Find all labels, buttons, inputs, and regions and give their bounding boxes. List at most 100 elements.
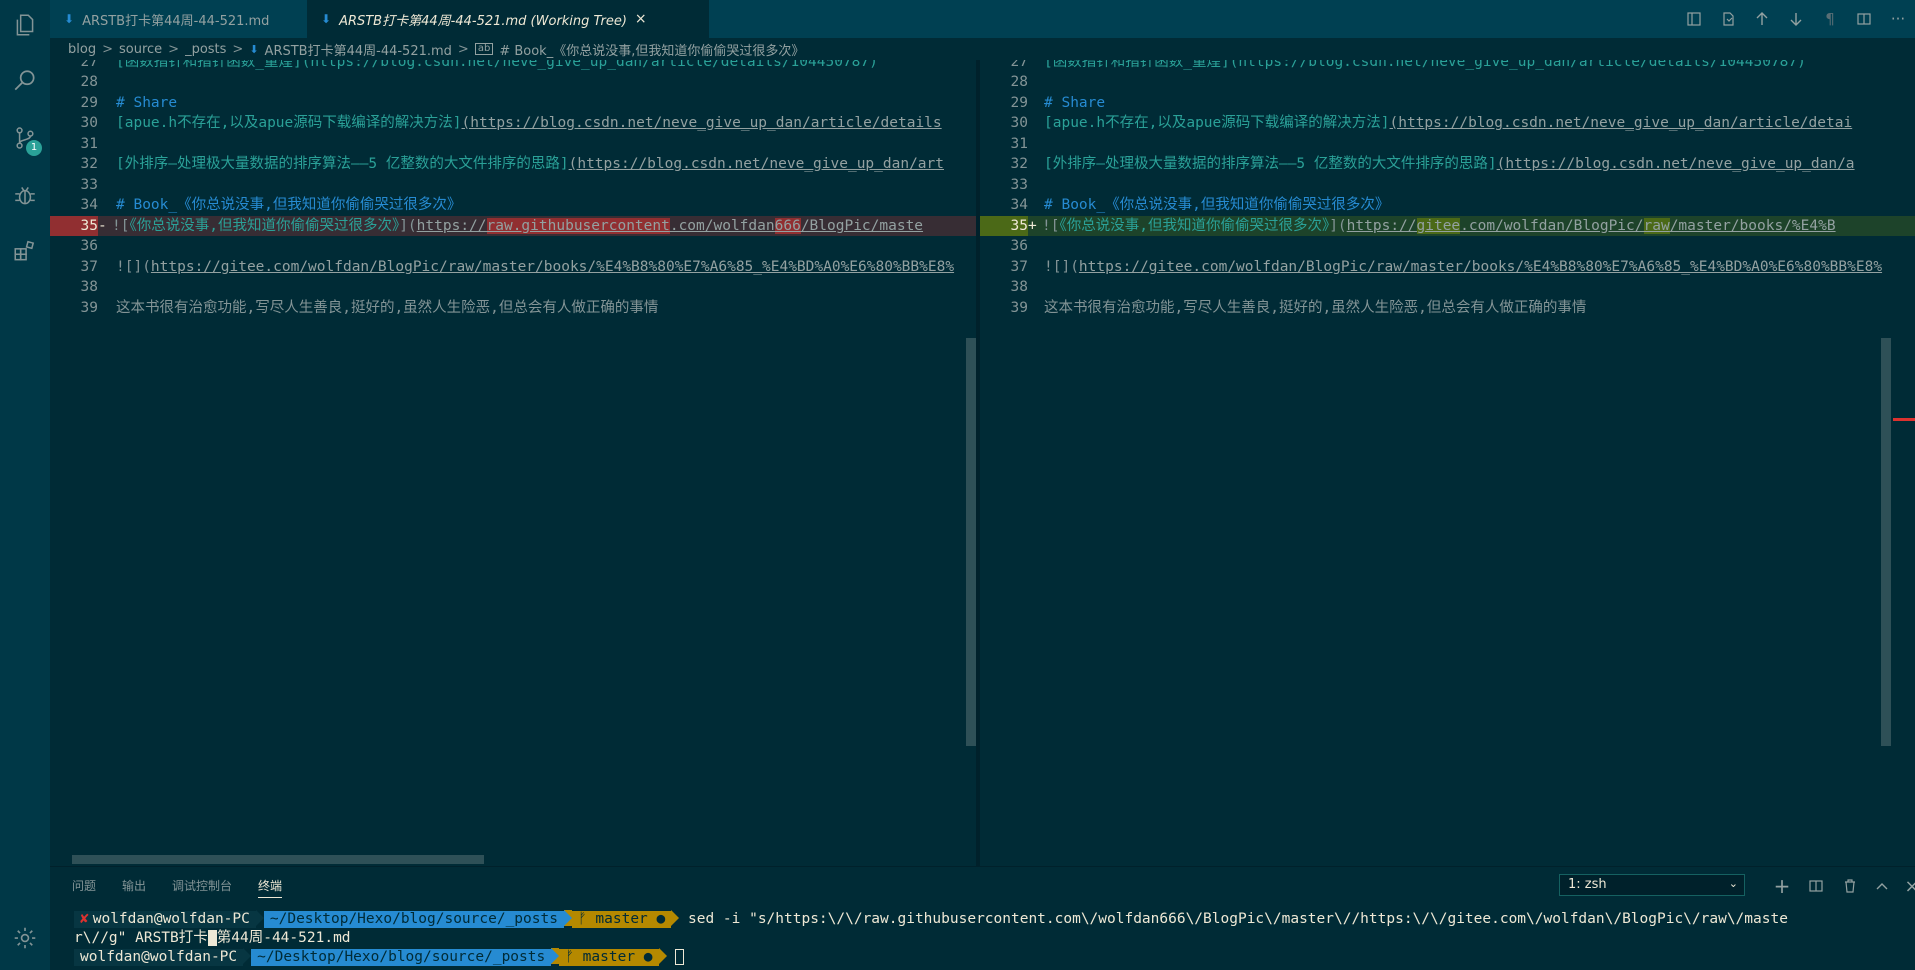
split-editor-icon[interactable] <box>1847 0 1881 38</box>
breadcrumb-item-blog[interactable]: blog <box>68 42 96 57</box>
split-terminal-icon[interactable] <box>1805 875 1827 897</box>
terminal-command: r\//g" ARSTB打卡 <box>74 930 208 946</box>
terminal-cursor[interactable] <box>675 949 685 965</box>
trash-icon[interactable] <box>1839 875 1861 897</box>
code-text: ![]( <box>116 259 151 275</box>
link-url[interactable]: (https://blog.csdn.net/neve_give_up_dan/… <box>1497 156 1855 172</box>
maximize-icon[interactable] <box>1871 875 1893 897</box>
more-icon[interactable]: ··· <box>1881 0 1915 38</box>
scrollbar-thumb[interactable] <box>966 338 976 746</box>
markdown-file-icon: ⬇ <box>249 42 259 56</box>
diff-modified-pane[interactable]: 27 [函数指针和指针函数_董煌](https://blog.csdn.net/… <box>980 60 1915 866</box>
code-line: 39 这本书很有治愈功能,写尽人生善良,挺好的,虽然人生险恶,但总会有人做正确的… <box>980 298 1915 318</box>
vertical-scrollbar[interactable] <box>1879 60 1893 866</box>
line-number: 35 <box>980 216 1028 236</box>
arrow-down-icon[interactable] <box>1779 0 1813 38</box>
prompt-user: wolfdan@wolfdan-PC <box>80 949 238 965</box>
changed-text: gitee <box>1416 218 1461 234</box>
tab-working-tree-diff[interactable]: ⬇ ARSTB打卡第44周-44-521.md (Working Tree) × <box>307 0 709 38</box>
diff-original-pane[interactable]: 27 [函数指针和指针函数_董煌](https://blog.csdn.net/… <box>50 60 978 866</box>
code-line: 30 [apue.h不存在,以及apue源码下载编译的解决方法](https:/… <box>50 113 978 133</box>
horizontal-scrollbar[interactable] <box>72 855 484 864</box>
prompt-separator-icon <box>243 948 252 964</box>
link-url[interactable]: https://gitee.com/wolfdan/BlogPic/raw/ma… <box>1079 259 1882 275</box>
extensions-icon[interactable] <box>12 238 38 264</box>
link-url[interactable]: /BlogPic/maste <box>801 218 923 234</box>
line-number: 28 <box>1010 74 1028 90</box>
link-url[interactable]: .com/wolfdan <box>670 218 775 234</box>
prompt-separator-icon <box>563 910 572 926</box>
tab-markdown-file[interactable]: ⬇ ARSTB打卡第44周-44-521.md <box>50 0 307 38</box>
line-number: 34 <box>80 197 98 213</box>
link-text: 《你总说没事,但我知道你偷偷哭过很多次》 <box>129 218 400 234</box>
link-url[interactable]: (https://blog.csdn.net/neve_give_up_dan/… <box>569 156 944 172</box>
code-line: 36 <box>50 236 978 256</box>
link-url[interactable]: https://gitee.com/wolfdan/BlogPic/raw/ma… <box>151 259 954 275</box>
code-line: 38 <box>50 277 978 297</box>
line-number: 34 <box>1010 197 1028 213</box>
pilcrow-icon[interactable]: ¶ <box>1813 0 1847 38</box>
terminal-select[interactable]: 1: zsh ⌄ <box>1559 874 1745 896</box>
link-url[interactable]: https:// <box>1347 218 1417 234</box>
editor-toolbar: ¶ ··· <box>1677 0 1915 38</box>
line-number: 30 <box>80 115 98 131</box>
line-number: 38 <box>1010 279 1028 295</box>
line-number: 30 <box>1010 115 1028 131</box>
line-number: 39 <box>80 300 98 316</box>
link-url[interactable]: .com/wolfdan/BlogPic/ <box>1460 218 1643 234</box>
editor-tab-bar: ⬇ ARSTB打卡第44周-44-521.md ⬇ ARSTB打卡第44周-44… <box>50 0 1915 38</box>
tab-problems[interactable]: 问题 <box>72 877 96 898</box>
line-number: 31 <box>1010 136 1028 152</box>
link-text: [外排序—处理极大量数据的排序算法——5 亿整数的大文件排序的思路] <box>116 156 569 172</box>
code-line: 31 <box>980 134 1915 154</box>
breadcrumb-item-file[interactable]: ARSTB打卡第44周-44-521.md <box>265 40 452 59</box>
gear-icon[interactable] <box>12 925 38 951</box>
prompt-separator-icon <box>551 948 560 964</box>
tab-debug-console[interactable]: 调试控制台 <box>172 877 232 898</box>
code-line: 33 <box>980 175 1915 195</box>
breadcrumb: blog > source > _posts > ⬇ ARSTB打卡第44周-4… <box>68 38 804 60</box>
code-text: # Share <box>116 95 178 111</box>
link-url[interactable]: https:// <box>417 218 487 234</box>
search-icon[interactable] <box>12 68 38 94</box>
tab-terminal[interactable]: 终端 <box>258 877 283 898</box>
code-line: 32 [外排序—处理极大量数据的排序算法——5 亿整数的大文件排序的思路](ht… <box>50 154 978 174</box>
prompt-separator-icon <box>671 910 680 926</box>
line-number: 31 <box>80 136 98 152</box>
code-text: 这本书很有治愈功能,写尽人生善良,挺好的,虽然人生险恶,但总会有人做正确的事情 <box>116 300 659 316</box>
line-number: 27 <box>1010 60 1028 70</box>
breadcrumb-item-posts[interactable]: _posts <box>185 42 226 57</box>
arrow-up-icon[interactable] <box>1745 0 1779 38</box>
add-terminal-icon[interactable]: + <box>1771 874 1793 898</box>
tab-output[interactable]: 输出 <box>122 877 146 898</box>
terminal-line[interactable]: wolfdan@wolfdan-PC ~/Desktop/Hexo/blog/so… <box>74 948 685 967</box>
line-number: 37 <box>80 259 98 275</box>
open-file-icon[interactable] <box>1677 0 1711 38</box>
breadcrumb-separator: > <box>232 41 244 57</box>
debug-icon[interactable] <box>12 182 38 208</box>
code-line: 36 <box>980 236 1915 256</box>
breadcrumb-item-source[interactable]: source <box>119 42 162 57</box>
prompt-path: ~/Desktop/Hexo/blog/source/_posts <box>263 911 564 928</box>
code-text: # Share <box>1044 95 1106 111</box>
copy-file-icon[interactable] <box>1711 0 1745 38</box>
tab-label: ARSTB打卡第44周-44-521.md (Working Tree) <box>339 13 627 29</box>
text-cursor <box>207 930 217 946</box>
link-text: [外排序—处理极大量数据的排序算法——5 亿整数的大文件排序的思路] <box>1044 156 1497 172</box>
line-number: 29 <box>80 95 98 111</box>
changed-text: raw.githubusercontent <box>486 218 670 234</box>
close-tab-icon[interactable]: × <box>635 11 647 27</box>
link-url[interactable]: /master/books/%E4%B <box>1670 218 1836 234</box>
line-number: 32 <box>1010 156 1028 172</box>
code-line: 37 ![](https://gitee.com/wolfdan/BlogPic… <box>50 257 978 277</box>
code-text: ![]( <box>1044 259 1079 275</box>
close-panel-icon[interactable]: × <box>1901 875 1915 897</box>
explorer-icon[interactable] <box>12 12 38 38</box>
scrollbar-thumb[interactable] <box>1881 338 1891 746</box>
line-number: 39 <box>1010 300 1028 316</box>
link-url[interactable]: (https://blog.csdn.net/neve_give_up_dan/… <box>462 115 942 131</box>
line-number: 38 <box>80 279 98 295</box>
breadcrumb-item-symbol[interactable]: # Book_《你总说没事,但我知道你偷偷哭过很多次》 <box>499 40 804 59</box>
panel-tabs: 问题 输出 调试控制台 终端 <box>72 877 308 898</box>
link-url[interactable]: (https://blog.csdn.net/neve_give_up_dan/… <box>1390 115 1853 131</box>
